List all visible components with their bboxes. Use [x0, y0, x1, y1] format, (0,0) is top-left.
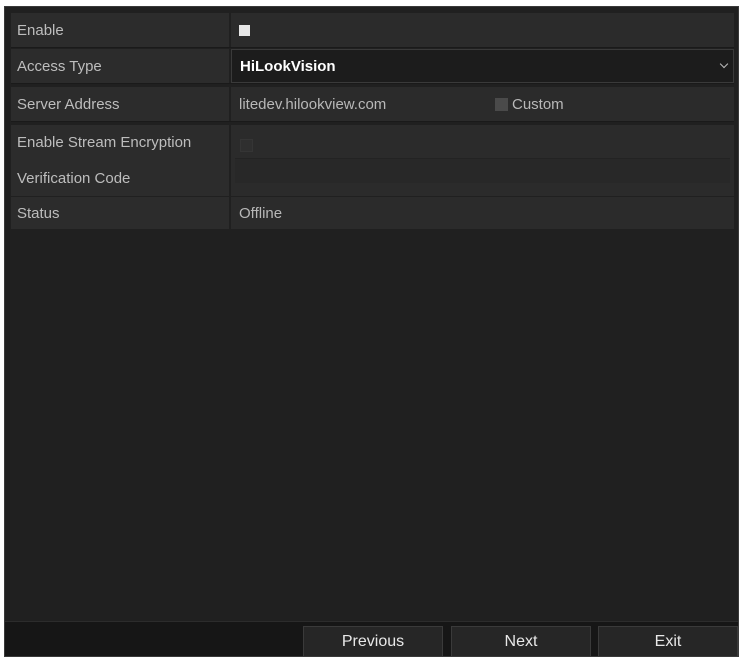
server-address-row: Server Address litedev.hilookview.com Cu… — [11, 87, 734, 122]
chevron-down-icon — [719, 59, 729, 69]
enable-checkbox[interactable] — [239, 24, 250, 36]
exit-button[interactable]: Exit — [598, 626, 738, 656]
enable-value-cell — [231, 13, 734, 47]
next-button[interactable]: Next — [451, 626, 591, 656]
custom-checkbox[interactable] — [495, 97, 508, 111]
access-type-row: Access Type HiLookVision — [11, 49, 734, 84]
server-address-field[interactable]: litedev.hilookview.com Custom — [231, 87, 734, 121]
enable-label: Enable — [11, 13, 229, 47]
enable-row: Enable — [11, 13, 734, 48]
server-address-value: litedev.hilookview.com — [239, 95, 387, 113]
server-address-label: Server Address — [11, 87, 229, 121]
stream-encryption-label: Enable Stream Encryption — [17, 134, 192, 152]
footer-bar: Previous Next Exit — [5, 621, 738, 656]
access-type-selected-value: HiLookVision — [240, 57, 336, 75]
verification-code-label: Verification Code — [17, 169, 131, 187]
custom-option[interactable]: Custom — [495, 87, 564, 121]
stream-encryption-checkbox[interactable] — [240, 139, 253, 152]
access-type-select[interactable]: HiLookVision — [231, 49, 734, 83]
encryption-values — [231, 125, 734, 196]
status-value: Offline — [231, 197, 734, 229]
encryption-block: Enable Stream Encryption Verification Co… — [11, 125, 734, 196]
access-type-label: Access Type — [11, 49, 229, 83]
custom-label: Custom — [512, 95, 564, 113]
status-label: Status — [11, 197, 229, 229]
status-row: Status Offline — [11, 197, 734, 229]
platform-access-panel: Enable Access Type HiLookVision Server A… — [4, 6, 739, 657]
previous-button[interactable]: Previous — [303, 626, 443, 656]
encryption-labels: Enable Stream Encryption Verification Co… — [11, 125, 229, 196]
verification-code-input[interactable] — [235, 158, 730, 183]
